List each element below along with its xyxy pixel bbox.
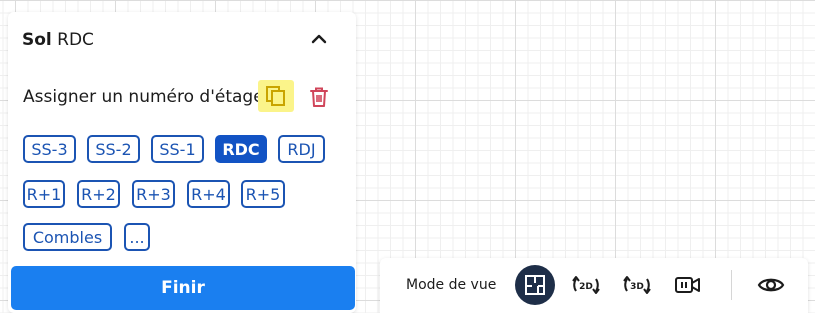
copy-icon [266, 86, 285, 106]
rotate-3d-text: 3D [630, 282, 644, 292]
panel-title-bold: Sol [22, 30, 52, 50]
floor-button-ss2[interactable]: SS-2 [87, 135, 140, 163]
floor-button-r3[interactable]: R+3 [132, 180, 175, 208]
view-mode-label: Mode de vue [406, 277, 497, 293]
floor-button-rdc[interactable]: RDC [215, 135, 267, 163]
video-camera-icon [675, 277, 700, 293]
floor-button-r5[interactable]: R+5 [241, 180, 285, 208]
panel-title: Sol RDC [22, 30, 94, 50]
delete-button[interactable] [306, 84, 332, 110]
trash-icon [310, 87, 328, 107]
floor-button-r2[interactable]: R+2 [77, 180, 120, 208]
floor-button-r4[interactable]: R+4 [187, 180, 230, 208]
floor-button-ss1[interactable]: SS-1 [151, 135, 204, 163]
visibility-button[interactable] [751, 265, 791, 305]
finish-button[interactable]: Finir [11, 266, 355, 310]
floor-button-rdj[interactable]: RDJ [278, 135, 325, 163]
view-3d-button[interactable]: 3D [617, 265, 657, 305]
floor-button-more[interactable]: ... [124, 223, 150, 251]
view-floorplan-button[interactable] [515, 265, 555, 305]
eye-icon [757, 278, 785, 292]
toolbar-divider [731, 270, 732, 300]
floor-button-ss3[interactable]: SS-3 [23, 135, 76, 163]
view-2d-button[interactable]: 2D [566, 265, 606, 305]
rotate-2d-icon: 2D [572, 276, 600, 294]
floor-button-r1[interactable]: R+1 [23, 180, 65, 208]
copy-button[interactable] [258, 80, 294, 112]
view-video-button[interactable] [668, 265, 708, 305]
rotate-2d-text: 2D [579, 282, 593, 292]
assign-floor-label: Assigner un numéro d'étage [23, 87, 264, 107]
rotate-3d-icon: 3D [623, 276, 651, 294]
chevron-up-icon [311, 34, 327, 44]
collapse-button[interactable] [308, 28, 330, 50]
floor-button-combles[interactable]: Combles [23, 223, 112, 251]
panel-title-floor: RDC [57, 30, 94, 50]
floorplan-icon [525, 275, 545, 295]
view-mode-toolbar: Mode de vue 2D 3D [380, 258, 808, 313]
